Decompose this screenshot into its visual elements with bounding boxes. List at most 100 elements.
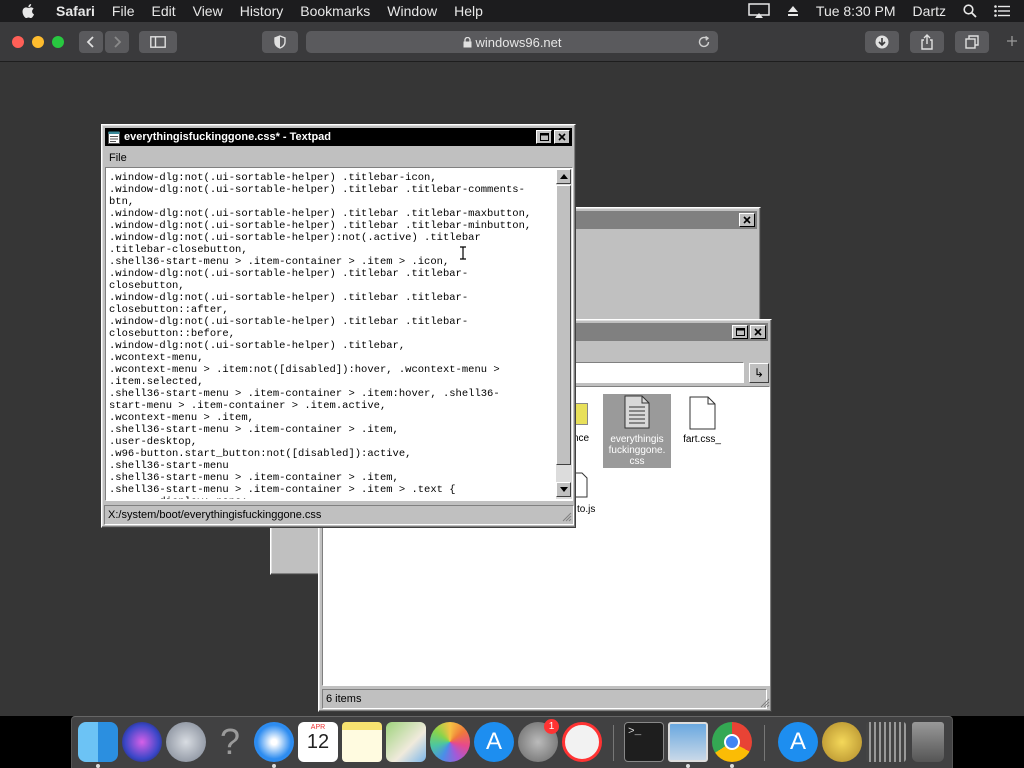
file-label-js[interactable]: to.js xyxy=(577,504,601,515)
dock-separator xyxy=(764,725,765,761)
menu-help[interactable]: Help xyxy=(454,3,483,19)
close-icon xyxy=(754,328,762,336)
textpad-titlebar[interactable]: everythingisfuckinggone.css* - Textpad xyxy=(105,128,572,146)
explorer-status-bar: 6 items xyxy=(322,689,767,709)
menu-window[interactable]: Window xyxy=(387,3,437,19)
trash-icon[interactable] xyxy=(912,722,944,762)
photos-icon[interactable] xyxy=(430,722,470,762)
arrow-up-icon xyxy=(559,174,568,179)
settings-badge: 1 xyxy=(544,719,559,734)
menu-file[interactable]: File xyxy=(112,3,135,19)
chevron-left-icon xyxy=(86,36,94,48)
textpad-maximize-button[interactable] xyxy=(536,130,552,144)
terminal-icon[interactable]: >_ xyxy=(624,722,664,762)
text-cursor-icon xyxy=(460,246,466,260)
scroll-up-button[interactable] xyxy=(556,169,571,184)
download-icon xyxy=(875,35,889,49)
downloads-button[interactable] xyxy=(865,31,899,53)
apple-icon[interactable] xyxy=(20,3,38,19)
scroll-down-button[interactable] xyxy=(556,482,571,497)
tabs-overview-button[interactable] xyxy=(955,31,989,53)
share-button[interactable] xyxy=(910,31,944,53)
app-store-icon[interactable]: A xyxy=(474,722,514,762)
explorer-close-button[interactable] xyxy=(750,325,766,339)
dock: ? APR 12 A 1 >_ A xyxy=(71,716,953,768)
dock-separator xyxy=(613,725,614,761)
menu-view[interactable]: View xyxy=(193,3,223,19)
resize-grip-icon[interactable] xyxy=(562,512,572,522)
app-store-icon-2[interactable]: A xyxy=(778,722,818,762)
textpad-scrollbar[interactable] xyxy=(556,169,572,499)
safari-toolbar: windows96.net xyxy=(0,22,1024,62)
blank-file-icon[interactable] xyxy=(689,396,716,430)
folder-icon[interactable] xyxy=(574,403,588,425)
scroll-thumb[interactable] xyxy=(556,185,571,465)
eject-icon[interactable] xyxy=(787,5,799,17)
close-window-button[interactable] xyxy=(12,36,24,48)
notepad-icon xyxy=(108,131,120,144)
textpad-title: everythingisfuckinggone.css* - Textpad xyxy=(124,131,332,143)
textpad-editor[interactable]: .window-dlg:not(.ui-sortable-helper) .ti… xyxy=(108,170,556,499)
explorer-address-input[interactable] xyxy=(574,362,744,383)
explorer-maximize-button[interactable] xyxy=(732,325,748,339)
preview-icon[interactable] xyxy=(668,722,708,762)
news-icon[interactable] xyxy=(562,722,602,762)
resize-grip-icon[interactable] xyxy=(760,698,770,708)
finder-icon[interactable] xyxy=(78,722,118,762)
lock-icon xyxy=(463,36,471,47)
close-icon xyxy=(558,133,566,141)
textpad-file-path: X:/system/boot/everythingisfuckinggone.c… xyxy=(108,509,322,521)
menu-bookmarks[interactable]: Bookmarks xyxy=(300,3,370,19)
chrome-icon[interactable] xyxy=(712,722,752,762)
siri-icon[interactable] xyxy=(122,722,162,762)
launchpad-icon[interactable] xyxy=(166,722,206,762)
background-dialog-close-button[interactable] xyxy=(739,213,755,227)
preview-running-indicator xyxy=(686,764,690,768)
close-icon xyxy=(743,216,751,224)
share-icon xyxy=(921,34,933,50)
arrow-down-icon xyxy=(559,487,568,492)
file-label-folder[interactable]: nce xyxy=(573,433,595,444)
sidebar-button[interactable] xyxy=(139,31,177,53)
airplay-icon[interactable] xyxy=(748,3,770,19)
file-label-selected[interactable]: everythingis fuckinggone. css xyxy=(603,434,671,467)
menu-edit[interactable]: Edit xyxy=(151,3,175,19)
privacy-report-button[interactable] xyxy=(262,31,298,53)
file-label-line: css xyxy=(629,456,645,467)
character-icon[interactable] xyxy=(822,722,862,762)
menubar-user[interactable]: Dartz xyxy=(913,3,946,19)
help-icon[interactable]: ? xyxy=(210,722,250,762)
minimize-window-button[interactable] xyxy=(32,36,44,48)
file-label-line: fuckinggone. xyxy=(608,445,666,456)
sidebar-icon xyxy=(150,36,166,48)
zoom-window-button[interactable] xyxy=(52,36,64,48)
safari-icon[interactable] xyxy=(254,722,294,762)
spotlight-search-icon[interactable] xyxy=(963,4,977,18)
new-tab-button[interactable] xyxy=(1000,30,1024,54)
menu-bar: Safari File Edit View History Bookmarks … xyxy=(0,0,1024,22)
forward-button[interactable] xyxy=(105,31,129,53)
tabs-icon xyxy=(965,35,979,49)
notes-icon[interactable] xyxy=(342,722,382,762)
address-bar-url: windows96.net xyxy=(475,34,562,50)
maximize-icon xyxy=(539,133,549,141)
address-bar[interactable]: windows96.net xyxy=(306,31,718,53)
reload-icon[interactable] xyxy=(696,34,712,50)
maps-icon[interactable] xyxy=(386,722,426,762)
finder-running-indicator xyxy=(96,764,100,768)
textpad-status-bar: X:/system/boot/everythingisfuckinggone.c… xyxy=(104,505,574,525)
textpad-menu-file[interactable]: File xyxy=(109,152,127,164)
maximize-icon xyxy=(735,328,745,336)
calendar-icon[interactable]: APR 12 xyxy=(298,722,338,762)
document-icon[interactable] xyxy=(624,395,650,429)
menu-history[interactable]: History xyxy=(240,3,284,19)
grid-app-icon[interactable] xyxy=(866,722,906,762)
chrome-running-indicator xyxy=(730,764,734,768)
menu-app-name[interactable]: Safari xyxy=(56,3,95,19)
explorer-go-button[interactable]: ↳ xyxy=(749,363,769,383)
file-label-fart[interactable]: fart.css_ xyxy=(674,434,730,445)
notification-center-icon[interactable] xyxy=(994,5,1010,17)
menubar-clock[interactable]: Tue 8:30 PM xyxy=(816,3,896,19)
textpad-close-button[interactable] xyxy=(554,130,570,144)
back-button[interactable] xyxy=(79,31,103,53)
